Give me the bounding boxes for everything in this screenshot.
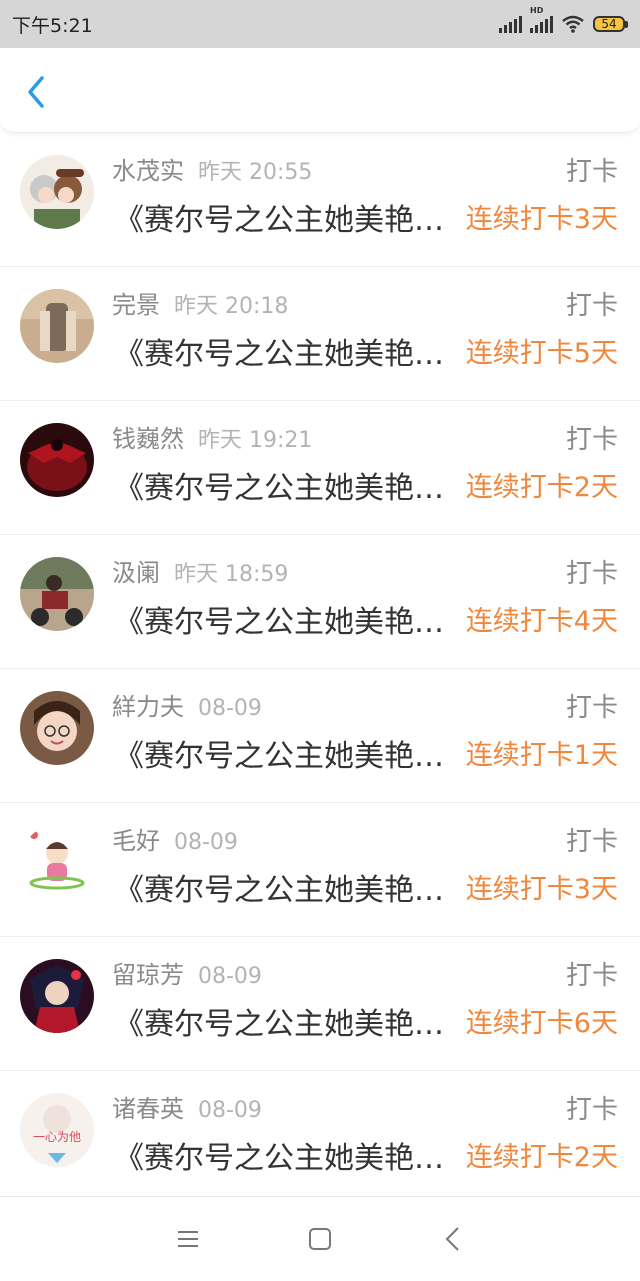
list-item[interactable]: 留琼芳 08-09 打卡 《赛尔号之公主她美艳… 连续打卡6天 [0,937,640,1071]
book-title[interactable]: 《赛尔号之公主她美艳… [114,731,454,775]
streak-label: 连续打卡1天 [465,740,618,771]
checkin-label: 打卡 [565,827,618,857]
user-name: 诸春英 08-09 [112,1095,262,1123]
post-time: 08-09 [198,696,262,721]
status-icons: HD 54 [499,6,628,33]
user-name: 钱巍然 昨天 19:21 [112,425,313,453]
streak-label: 连续打卡3天 [465,874,618,905]
list-item[interactable]: 絴力夫 08-09 打卡 《赛尔号之公主她美艳… 连续打卡1天 [0,669,640,803]
wifi-icon [562,15,584,33]
post-time: 08-09 [198,964,262,989]
back-triangle-icon[interactable] [438,1223,470,1255]
avatar[interactable] [20,557,94,631]
checkin-label: 打卡 [565,425,618,455]
user-name: 留琼芳 08-09 [112,961,262,989]
checkin-label: 打卡 [565,157,618,187]
user-name: 水茂实 昨天 20:55 [112,157,313,185]
menu-icon[interactable] [172,1223,204,1255]
post-time: 08-09 [198,1098,262,1123]
battery-level: 54 [593,16,625,32]
user-name: 完景 昨天 20:18 [112,291,289,319]
system-nav-bar [0,1196,640,1281]
signal-hd-icon: HD [530,6,553,33]
list-item[interactable]: 一心为他 诸春英 08-09 打卡 《赛尔号之公主她美艳… 连续打卡2天 [0,1071,640,1205]
post-time: 昨天 19:21 [198,428,313,453]
checkin-label: 打卡 [565,961,618,991]
checkin-label: 打卡 [565,1095,618,1125]
signal-icon [499,15,522,33]
post-time: 昨天 20:18 [174,294,289,319]
avatar-text: 一心为他 [33,1130,81,1144]
avatar[interactable] [20,289,94,363]
chevron-left-icon[interactable] [22,74,52,110]
user-name: 絴力夫 08-09 [112,693,262,721]
post-time: 昨天 18:59 [174,562,289,587]
top-navbar [0,48,640,133]
avatar[interactable] [20,423,94,497]
status-time: 下午5:21 [12,14,93,37]
streak-label: 连续打卡4天 [465,606,618,637]
post-time: 昨天 20:55 [198,160,313,185]
book-title[interactable]: 《赛尔号之公主她美艳… [114,195,454,239]
status-bar: 下午5:21 HD 54 [0,0,640,48]
streak-label: 连续打卡2天 [465,1142,618,1173]
streak-label: 连续打卡3天 [465,204,618,235]
list-item[interactable]: 毛好 08-09 打卡 《赛尔号之公主她美艳… 连续打卡3天 [0,803,640,937]
avatar[interactable] [20,691,94,765]
checkin-label: 打卡 [565,559,618,589]
checkin-label: 打卡 [565,693,618,723]
book-title[interactable]: 《赛尔号之公主她美艳… [114,329,454,373]
list-item[interactable]: 钱巍然 昨天 19:21 打卡 《赛尔号之公主她美艳… 连续打卡2天 [0,401,640,535]
book-title[interactable]: 《赛尔号之公主她美艳… [114,1133,454,1177]
checkin-list: 水茂实 昨天 20:55 打卡 《赛尔号之公主她美艳… 连续打卡3天 完景 昨天 2… [0,133,640,1205]
post-time: 08-09 [174,830,238,855]
checkin-label: 打卡 [565,291,618,321]
home-square-icon[interactable] [304,1223,336,1255]
streak-label: 连续打卡5天 [465,338,618,369]
streak-label: 连续打卡2天 [465,472,618,503]
avatar[interactable] [20,959,94,1033]
avatar[interactable] [20,825,94,899]
list-item[interactable]: 汲阑 昨天 18:59 打卡 《赛尔号之公主她美艳… 连续打卡4天 [0,535,640,669]
battery-icon: 54 [593,16,628,32]
book-title[interactable]: 《赛尔号之公主她美艳… [114,597,454,641]
list-item[interactable]: 完景 昨天 20:18 打卡 《赛尔号之公主她美艳… 连续打卡5天 [0,267,640,401]
list-item[interactable]: 水茂实 昨天 20:55 打卡 《赛尔号之公主她美艳… 连续打卡3天 [0,133,640,267]
streak-label: 连续打卡6天 [465,1008,618,1039]
avatar[interactable] [20,155,94,229]
user-name: 汲阑 昨天 18:59 [112,559,289,587]
book-title[interactable]: 《赛尔号之公主她美艳… [114,463,454,507]
user-name: 毛好 08-09 [112,827,238,855]
avatar[interactable]: 一心为他 [20,1093,94,1167]
book-title[interactable]: 《赛尔号之公主她美艳… [114,865,454,909]
book-title[interactable]: 《赛尔号之公主她美艳… [114,999,454,1043]
